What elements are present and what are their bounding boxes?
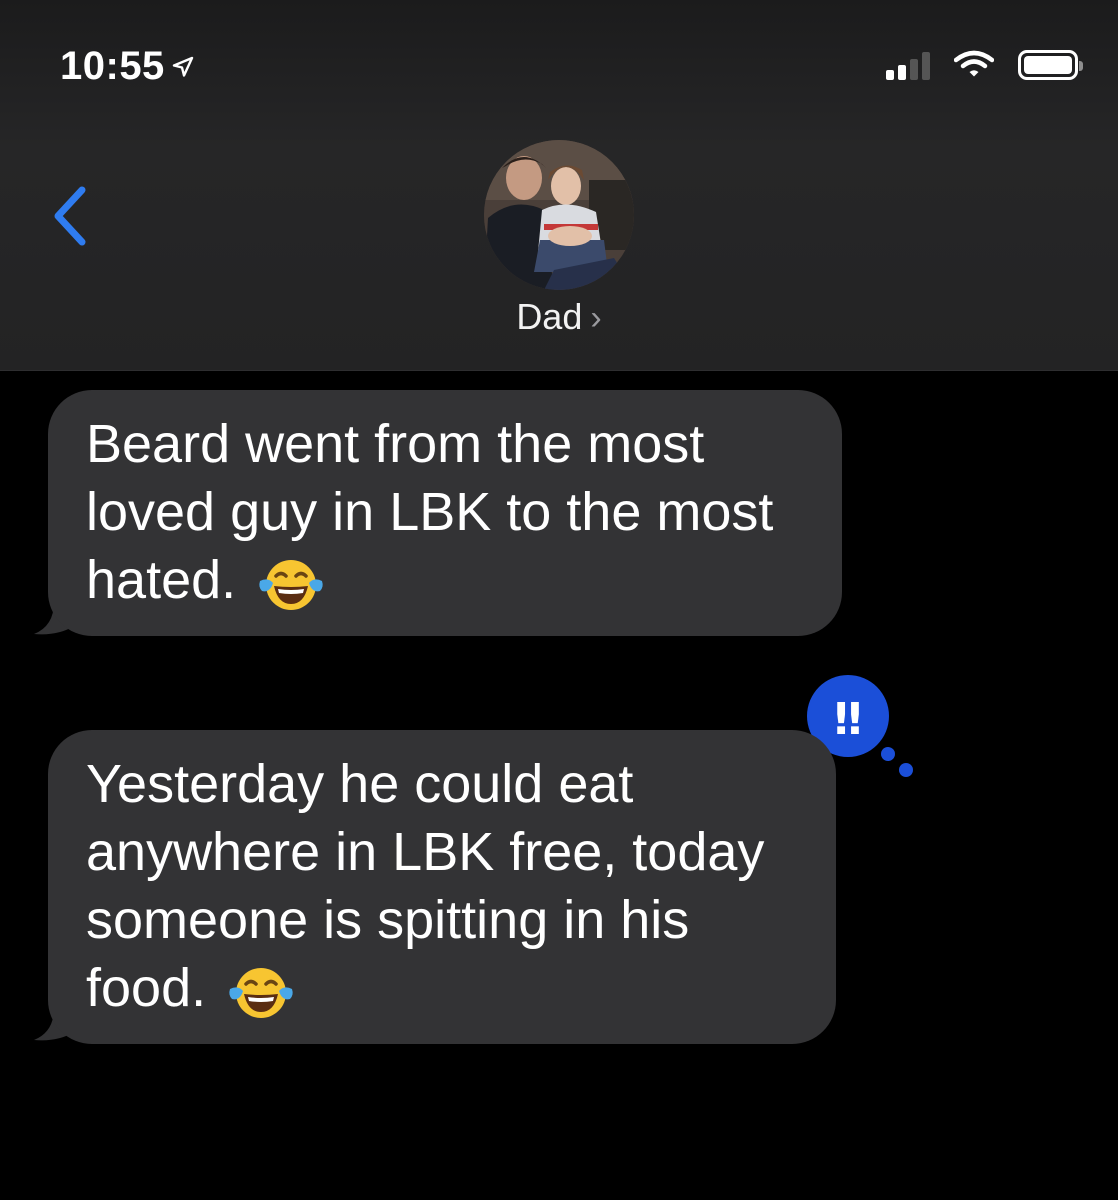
- cellular-signal-icon: [886, 50, 930, 80]
- avatar-photo: [484, 140, 634, 290]
- contact-name-button[interactable]: Dad ›: [0, 296, 1118, 338]
- face-with-tears-of-joy-icon: [259, 559, 323, 610]
- message-bubble-incoming[interactable]: Beard went from the most loved guy in LB…: [48, 390, 842, 636]
- message-line-text: hated.: [86, 550, 237, 610]
- status-bar-time: 10:55: [60, 44, 195, 89]
- back-chevron-icon[interactable]: [46, 182, 92, 250]
- message-line-text: food.: [86, 958, 207, 1018]
- contact-name: Dad: [516, 296, 583, 337]
- contact-avatar[interactable]: [484, 140, 634, 290]
- battery-icon: [1018, 50, 1083, 80]
- message-line: hated.: [86, 546, 812, 614]
- message-line: loved guy in LBK to the most: [86, 482, 774, 542]
- message-line: Yesterday he could eat: [86, 754, 634, 814]
- message-line: food.: [86, 954, 806, 1022]
- message-bubble-incoming[interactable]: Yesterday he could eat anywhere in LBK f…: [48, 730, 836, 1044]
- conversation-header: 10:55 Dad ›: [0, 0, 1118, 371]
- message-line: anywhere in LBK free, today: [86, 822, 765, 882]
- status-icons: [886, 50, 1083, 80]
- message-line: someone is spitting in his: [86, 890, 690, 950]
- status-time-text: 10:55: [60, 44, 165, 88]
- location-arrow-icon: [172, 56, 194, 77]
- message-line: Beard went from the most: [86, 414, 705, 474]
- face-with-tears-of-joy-icon: [229, 967, 293, 1018]
- wifi-icon: [954, 50, 994, 77]
- chevron-right-icon: ›: [590, 299, 602, 337]
- tapback-text: ‼: [834, 694, 862, 745]
